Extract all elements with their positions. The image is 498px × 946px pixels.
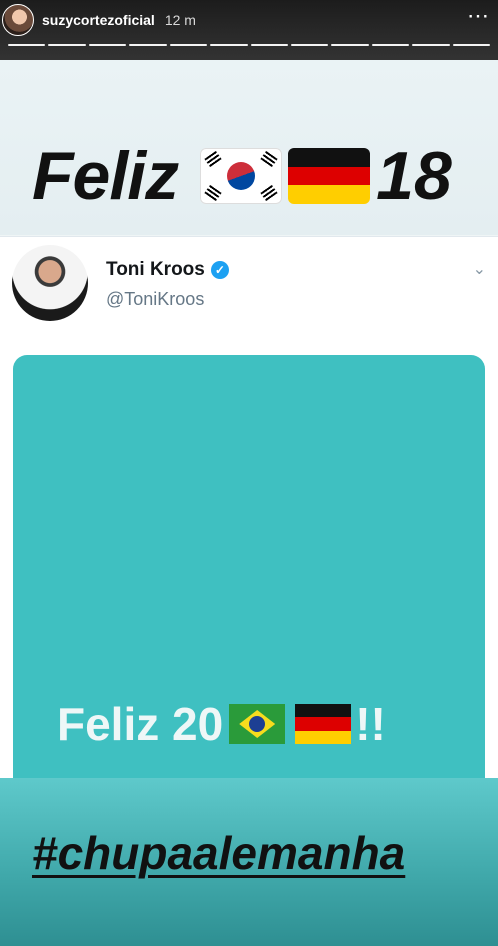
tweet-avatar[interactable] [12, 245, 88, 321]
progress-segment [371, 44, 410, 46]
brazil-flag-icon [229, 704, 286, 744]
tweet-handle[interactable]: @ToniKroos [106, 289, 204, 310]
headline-number: 18 [376, 138, 452, 214]
tweet-card: Toni Kroos ✓ @ToniKroos ⌄ Feliz 20 !! [0, 236, 498, 815]
chevron-down-icon[interactable]: ⌄ [473, 259, 486, 279]
story-header: suzycortezoficial 12 m ⋯ [0, 0, 498, 40]
progress-segment [250, 44, 288, 46]
germany-flag-icon [295, 704, 352, 744]
tweet-author-name[interactable]: Toni Kroos ✓ [106, 259, 229, 281]
tweet-author-name-text: Toni Kroos [106, 259, 205, 280]
media-text: Feliz 20 [57, 698, 224, 750]
avatar[interactable] [2, 4, 34, 36]
tweet-media-image[interactable]: Feliz 20 !! [13, 355, 485, 815]
progress-segment [452, 44, 491, 46]
progress-segment [48, 44, 86, 46]
headline: Feliz 18 [32, 136, 452, 216]
progress-segment [210, 44, 248, 46]
progress-segment [169, 44, 208, 46]
media-caption: Feliz 20 !! [57, 697, 386, 751]
south-korea-flag-icon [200, 148, 283, 204]
media-suffix: !! [355, 698, 386, 750]
hashtag-caption[interactable]: #chupaalemanha [32, 826, 405, 880]
progress-segment [331, 44, 369, 46]
username[interactable]: suzycortezoficial [42, 12, 155, 28]
story-progress-bar [8, 44, 491, 47]
progress-segment [8, 44, 46, 46]
progress-segment [88, 44, 127, 46]
germany-flag-icon [288, 148, 371, 204]
verified-badge-icon: ✓ [210, 261, 229, 279]
progress-segment [290, 44, 329, 46]
progress-segment [129, 44, 167, 46]
more-dots-icon[interactable]: ⋯ [467, 5, 490, 27]
story-viewer[interactable]: suzycortezoficial 12 m ⋯ Feliz 18 Toni K… [0, 0, 498, 946]
headline-word: Feliz [32, 138, 179, 214]
progress-segment [412, 44, 450, 46]
timestamp: 12 m [164, 12, 196, 28]
